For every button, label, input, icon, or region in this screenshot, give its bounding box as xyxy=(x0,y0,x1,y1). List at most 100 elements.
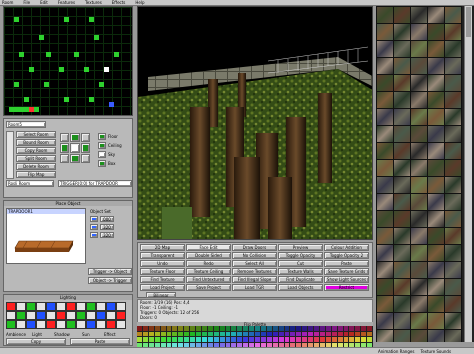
bound-room-button[interactable]: Bound Room xyxy=(16,139,56,146)
texture-tile[interactable] xyxy=(410,278,428,296)
texture-tile[interactable] xyxy=(427,91,445,109)
texture-tile[interactable] xyxy=(410,74,428,92)
object-set-value-3[interactable]: 320 xyxy=(100,232,114,238)
trigger-field[interactable]: TRIGGER(0:0) for TRAPDOOR xyxy=(58,180,132,187)
map-cell[interactable] xyxy=(34,107,39,112)
toolbar-button-colour-addition[interactable]: Colour Addition xyxy=(324,244,369,251)
texture-tile[interactable] xyxy=(427,159,445,177)
lighting-swatch[interactable] xyxy=(36,320,46,329)
texture-tile[interactable] xyxy=(376,193,394,211)
texture-tile[interactable] xyxy=(376,159,394,177)
texture-tile[interactable] xyxy=(444,295,462,313)
room-scrollbar[interactable] xyxy=(6,131,14,179)
map-cell[interactable] xyxy=(44,82,49,87)
texture-tile[interactable] xyxy=(427,74,445,92)
map-cell[interactable] xyxy=(84,67,89,72)
lighting-swatch[interactable] xyxy=(106,302,116,311)
texture-tile[interactable] xyxy=(427,108,445,126)
toolbar-button-face-edit[interactable]: Face Edit xyxy=(186,244,231,251)
texture-tile[interactable] xyxy=(444,329,462,342)
lighting-swatch[interactable] xyxy=(16,302,26,311)
toolbar-button-texture-walls[interactable]: Texture Walls xyxy=(278,268,323,275)
menu-room[interactable]: Room xyxy=(2,0,13,5)
map-cell[interactable] xyxy=(89,17,94,22)
texture-tile[interactable] xyxy=(444,57,462,75)
object-list[interactable]: TRAPDOOR1 xyxy=(6,208,86,264)
split-room-button[interactable]: Split Room xyxy=(16,155,56,162)
map-cell[interactable] xyxy=(39,35,44,40)
toolbar-button-no-collision[interactable]: No Collision xyxy=(232,252,277,259)
object-set-swatch-2[interactable] xyxy=(90,224,98,230)
texture-tile[interactable] xyxy=(393,278,411,296)
texture-tile[interactable] xyxy=(376,74,394,92)
texture-tile[interactable] xyxy=(393,159,411,177)
texture-tile[interactable] xyxy=(444,244,462,262)
map-cell[interactable] xyxy=(89,97,94,102)
texture-tile[interactable] xyxy=(393,244,411,262)
texture-tile[interactable] xyxy=(393,176,411,194)
dir-se-button[interactable] xyxy=(80,153,90,163)
texture-tile[interactable] xyxy=(376,176,394,194)
copy-button[interactable]: Copy xyxy=(6,338,66,345)
room-map[interactable] xyxy=(3,6,133,116)
toolbar-button-undo[interactable]: Undo xyxy=(140,260,185,267)
lighting-swatch[interactable] xyxy=(66,302,76,311)
texture-tile[interactable] xyxy=(376,261,394,279)
toolbar-button-2d-map[interactable]: 2D Map xyxy=(140,244,185,251)
texture-tile[interactable] xyxy=(376,108,394,126)
texture-tile[interactable] xyxy=(410,108,428,126)
toolbar-button-paste[interactable]: Paste xyxy=(324,260,369,267)
map-cell[interactable] xyxy=(24,97,29,102)
texture-tile[interactable] xyxy=(444,91,462,109)
texture-tile[interactable] xyxy=(393,295,411,313)
texture-tile[interactable] xyxy=(444,6,462,24)
menu-effects[interactable]: Effects xyxy=(112,0,126,5)
toolbar-button-cut[interactable]: Cut xyxy=(278,260,323,267)
menu-edit[interactable]: Edit xyxy=(40,0,48,5)
lighting-swatch[interactable] xyxy=(106,311,116,320)
texture-tile[interactable] xyxy=(410,210,428,228)
dir-s-button[interactable] xyxy=(70,153,80,163)
trigger-to-object-button[interactable]: Trigger -> Object xyxy=(88,268,132,275)
texture-tile[interactable] xyxy=(427,57,445,75)
select-room-button[interactable]: Select Room xyxy=(16,131,56,138)
map-cell[interactable] xyxy=(59,67,64,72)
texture-tile[interactable] xyxy=(444,193,462,211)
texture-tile[interactable] xyxy=(376,278,394,296)
texture-tile[interactable] xyxy=(427,6,445,24)
texture-tile[interactable] xyxy=(393,57,411,75)
object-list-item[interactable]: TRAPDOOR1 xyxy=(7,209,85,214)
object-set-value-2[interactable]: 320 xyxy=(100,224,114,230)
texture-tile[interactable] xyxy=(410,40,428,58)
texture-tile[interactable] xyxy=(376,91,394,109)
map-cell[interactable] xyxy=(14,82,19,87)
3d-viewport[interactable] xyxy=(137,6,373,240)
texture-tile[interactable] xyxy=(393,193,411,211)
texture-tile[interactable] xyxy=(410,295,428,313)
texture-panel[interactable] xyxy=(376,6,474,342)
texture-tile[interactable] xyxy=(393,91,411,109)
texture-tile[interactable] xyxy=(444,74,462,92)
texture-tile[interactable] xyxy=(444,108,462,126)
flip-map-button[interactable]: Flip Map xyxy=(16,171,56,178)
toolbar-button-toggle-opacity[interactable]: Toggle Opacity xyxy=(278,252,323,259)
lighting-swatch[interactable] xyxy=(56,302,66,311)
dir-sw-button[interactable] xyxy=(60,153,70,163)
texture-tile[interactable] xyxy=(393,312,411,330)
toolbar-button-redo[interactable]: Redo xyxy=(186,260,231,267)
map-cell[interactable] xyxy=(19,52,24,57)
texture-tile[interactable] xyxy=(376,23,394,41)
texture-tile[interactable] xyxy=(376,244,394,262)
map-cell[interactable] xyxy=(14,17,19,22)
lighting-swatch[interactable] xyxy=(26,302,36,311)
lighting-swatch[interactable] xyxy=(26,320,36,329)
lighting-swatch[interactable] xyxy=(6,320,16,329)
texture-tile[interactable] xyxy=(376,142,394,160)
texture-tile[interactable] xyxy=(410,159,428,177)
lighting-swatch[interactable] xyxy=(46,302,56,311)
texture-tile[interactable] xyxy=(393,125,411,143)
texture-tile[interactable] xyxy=(427,278,445,296)
toolbar-button-find-duplicate[interactable]: Find Duplicate xyxy=(278,276,323,283)
texture-tile[interactable] xyxy=(410,23,428,41)
texture-tile[interactable] xyxy=(444,176,462,194)
